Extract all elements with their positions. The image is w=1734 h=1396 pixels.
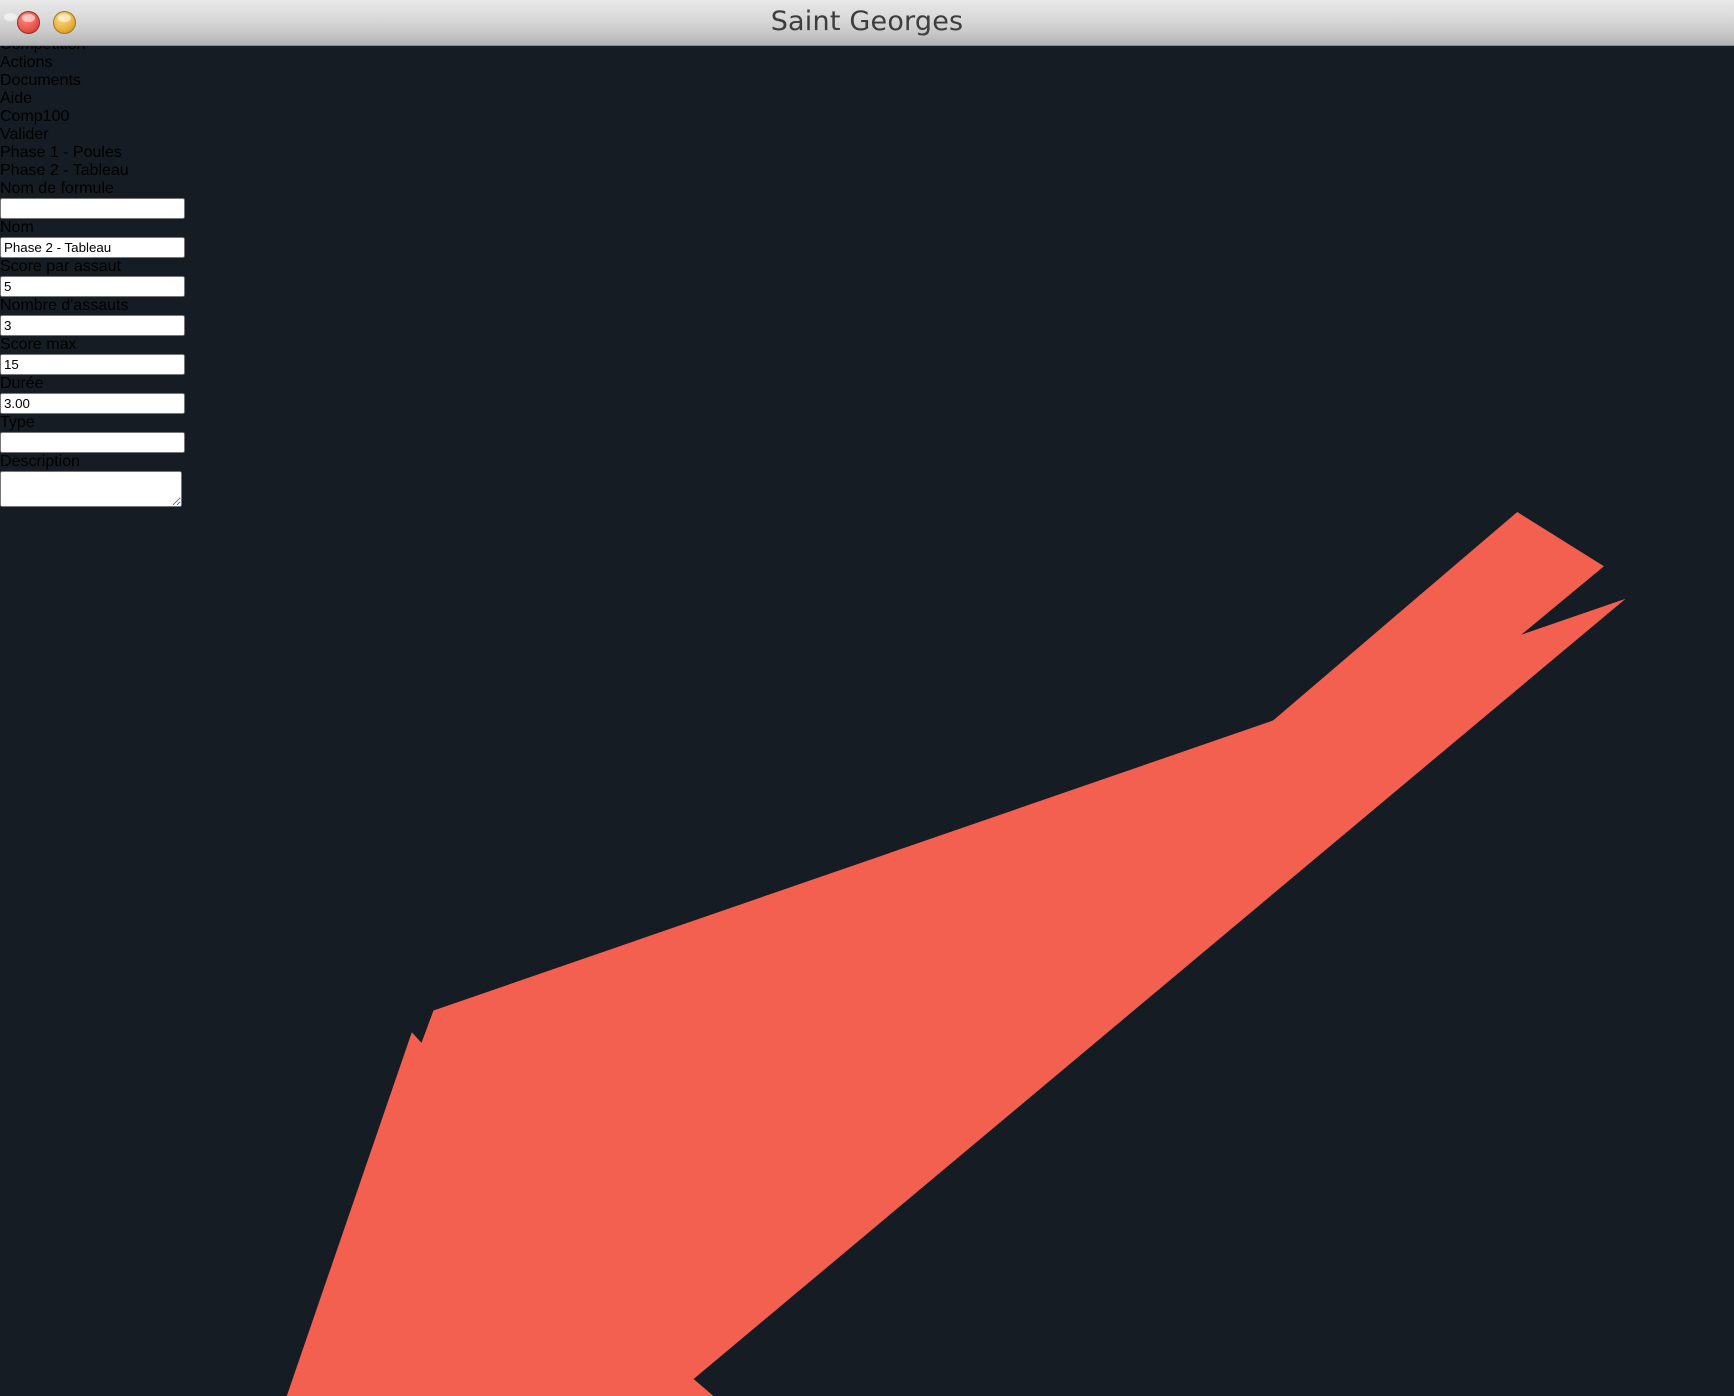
description-textarea[interactable]	[0, 471, 182, 507]
field-label-duree: Durée	[0, 375, 44, 392]
formula-name-label: Nom de formule	[0, 180, 114, 197]
formula-name-input[interactable]	[0, 198, 185, 219]
phase-list-container: Phase 1 - Poules Phase 2 - Tableau	[0, 144, 1734, 180]
description-label: Description	[0, 453, 81, 470]
annotation-arrow-icon	[286, 512, 1626, 1396]
competition-value: Comp100	[0, 108, 70, 125]
phase-list[interactable]: Phase 1 - Poules Phase 2 - Tableau	[0, 144, 1734, 180]
title-bar: Saint Georges	[0, 0, 1734, 46]
list-item[interactable]: Phase 2 - Tableau	[0, 162, 1734, 180]
competition-selector[interactable]: Comp100	[0, 108, 1734, 126]
field-label-score-par-assaut: Score par assaut	[0, 258, 121, 275]
field-input-type[interactable]	[0, 432, 185, 453]
list-item[interactable]: Phase 1 - Poules	[0, 144, 1734, 162]
field-input-nom[interactable]	[0, 237, 185, 258]
field-input-score-max[interactable]	[0, 354, 185, 375]
field-input-score-par-assaut[interactable]	[0, 276, 185, 297]
description-container	[0, 471, 1734, 512]
list-item-label: Phase 1 - Poules	[0, 144, 122, 161]
menu-item-documents[interactable]: Documents	[0, 72, 1734, 90]
window-title: Saint Georges	[770, 6, 964, 37]
sidebar: Comp100 Valider	[0, 108, 1734, 144]
menu-item-actions[interactable]: Actions	[0, 54, 1734, 72]
list-item-label: Phase 2 - Tableau	[0, 162, 129, 179]
validate-button[interactable]: Valider	[0, 126, 1734, 144]
application-window: Saint Georges Fichier Evénement Compétit…	[0, 0, 1734, 1396]
menu-item-aide[interactable]: Aide	[0, 90, 1734, 108]
field-label-type: Type	[0, 414, 35, 431]
field-input-duree[interactable]	[0, 393, 185, 414]
field-label-nombre-assauts: Nombre d'assauts	[0, 297, 129, 314]
field-label-score-max: Score max	[0, 336, 77, 353]
field-input-nombre-assauts[interactable]	[0, 315, 185, 336]
field-label-nom: Nom	[0, 219, 34, 236]
